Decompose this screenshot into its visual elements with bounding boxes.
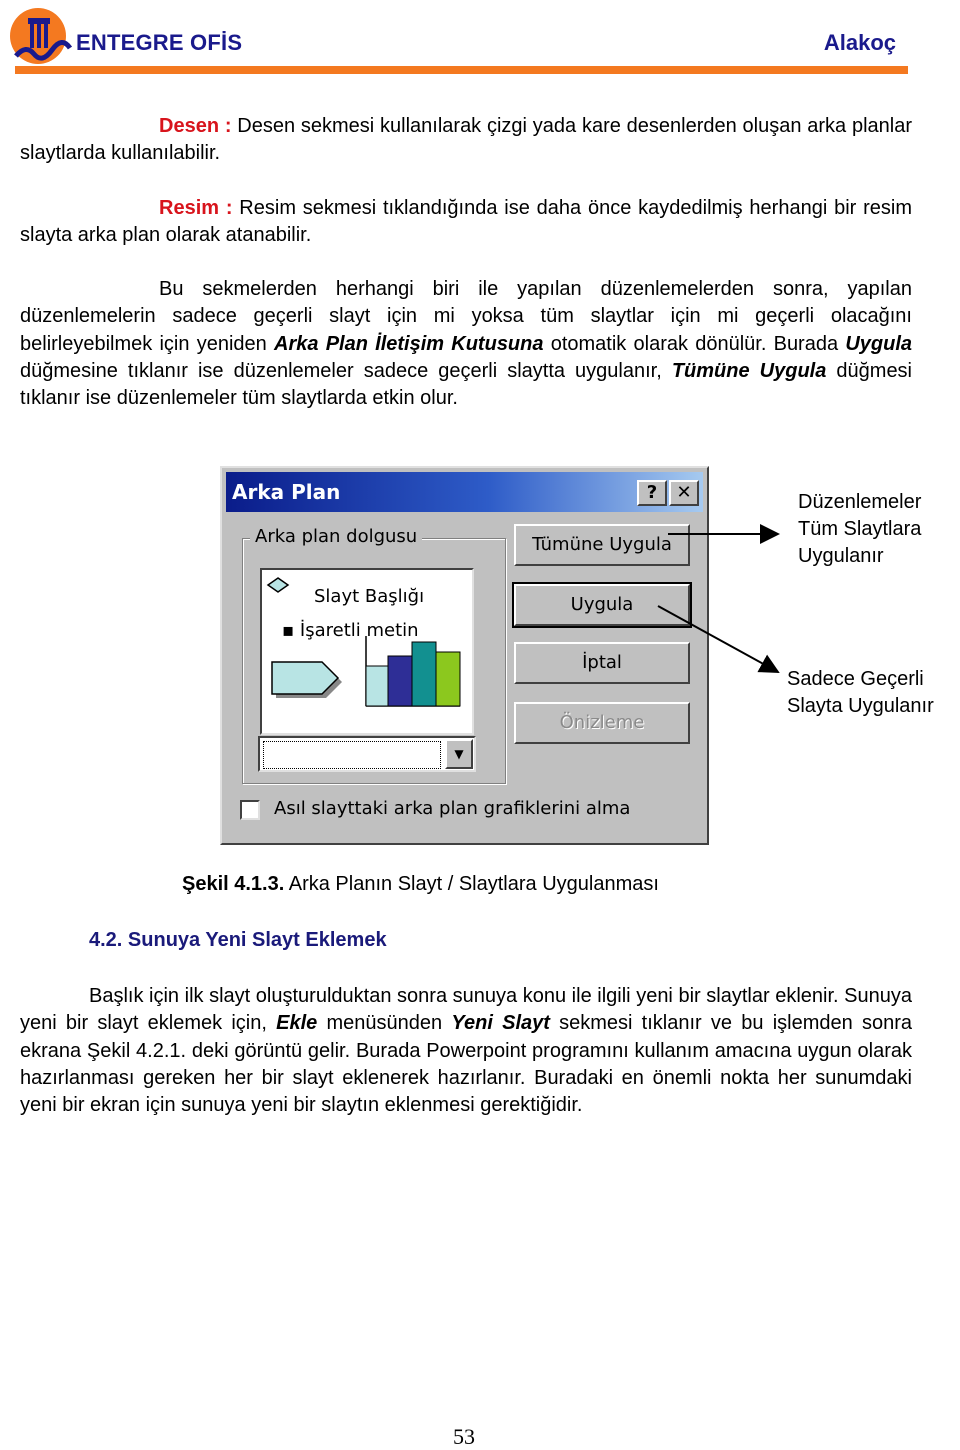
callout-apply-all: Düzenlemeler Tüm Slaytlara Uygulanır xyxy=(798,491,922,567)
help-button[interactable]: ? xyxy=(637,480,667,506)
brand-title: ENTEGRE OFİS xyxy=(76,30,243,55)
university-logo-icon xyxy=(10,8,73,64)
author-name: Alakoç xyxy=(823,30,896,55)
paragraph-resim: Resim : Resim sekmesi tıklandığında ise … xyxy=(20,197,912,247)
background-dialog: Arka Plan ? ✕ Arka plan dolgusu Slayt Ba… xyxy=(220,466,709,845)
section-heading: 4.2. Sunuya Yeni Slayt Eklemek xyxy=(89,929,387,951)
apply-button[interactable]: Uygula xyxy=(512,582,692,628)
preview-button: Önizleme xyxy=(514,702,690,744)
apply-all-button[interactable]: Tümüne Uygula xyxy=(514,524,690,566)
cancel-button[interactable]: İptal xyxy=(514,642,690,684)
page-number: 53 xyxy=(453,1424,475,1449)
dropdown-arrow-icon[interactable]: ▼ xyxy=(445,739,473,769)
preview-title: Slayt Başlığı xyxy=(314,586,425,607)
close-button[interactable]: ✕ xyxy=(669,480,699,506)
paragraph-desen: Desen : Desen sekmesi kullanılarak çizgi… xyxy=(20,115,912,165)
omit-master-graphics-label: Asıl slayttaki arka plan grafiklerini al… xyxy=(274,798,631,819)
header-rule xyxy=(15,66,908,74)
term-resim: Resim : xyxy=(159,197,233,219)
paragraph-new-slide: Başlık için ilk slayt oluşturulduktan so… xyxy=(20,985,912,1117)
dialog-titlebar: Arka Plan ? ✕ xyxy=(226,472,703,512)
page-header: ENTEGRE OFİS Alakoç xyxy=(0,0,960,80)
bar-chart-icon xyxy=(365,636,461,707)
fill-combo-field[interactable] xyxy=(263,741,441,769)
dialog-title: Arka Plan xyxy=(232,480,341,504)
term-desen: Desen : xyxy=(159,115,232,137)
figure-caption: Şekil 4.1.3. Arka Planın Slayt / Slaytla… xyxy=(182,873,659,895)
diamond-icon xyxy=(266,577,290,593)
fill-group-label: Arka plan dolgusu xyxy=(250,526,423,547)
paragraph-explanation: Bu sekmelerden herhangi biri ile yapılan… xyxy=(20,278,913,410)
callout-apply-current: Sadece Geçerli Slayta Uygulanır xyxy=(787,668,934,717)
slide-preview: Slayt Başlığı ▪ İşaretli metin xyxy=(260,568,474,735)
omit-master-graphics-checkbox[interactable] xyxy=(240,800,260,820)
arrow-shape-icon xyxy=(271,661,342,698)
fill-combo[interactable]: ▼ xyxy=(258,736,476,772)
